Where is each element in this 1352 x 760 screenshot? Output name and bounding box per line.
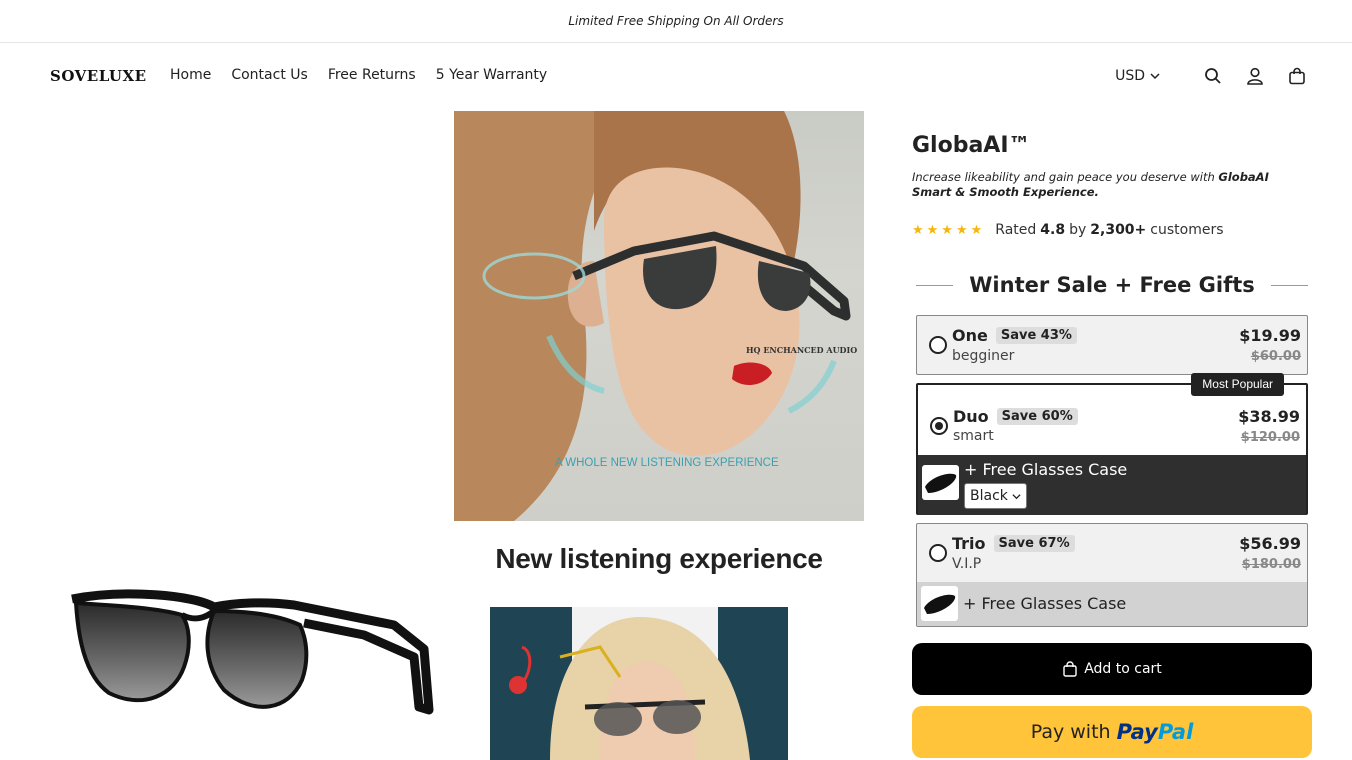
- model-with-glasses-illustration: HQ ENCHANCED AUDIO A WHOLE NEW LISTENING…: [454, 111, 857, 521]
- offer-price: $19.99: [1239, 326, 1301, 345]
- rating-pre: Rated: [995, 222, 1037, 238]
- add-to-cart-label: Add to cart: [1084, 661, 1162, 677]
- save-badge: Save 67%: [993, 535, 1075, 552]
- gift-label: + Free Glasses Case: [964, 460, 1128, 479]
- divider: [916, 284, 954, 286]
- gallery-caption: New listening experience: [495, 543, 823, 574]
- nav-home[interactable]: Home: [170, 67, 211, 83]
- product-title: GlobaAI™: [912, 133, 1031, 158]
- offer-trio-radio[interactable]: [929, 544, 947, 562]
- nav-contact-us[interactable]: Contact Us: [231, 67, 307, 83]
- header-actions: USD: [1115, 65, 1308, 87]
- chevron-down-icon: [1150, 73, 1160, 80]
- offer-trio[interactable]: Trio Save 67% V.I.P $56.99 $180.00 + Free…: [916, 523, 1308, 627]
- bag-icon: [1063, 661, 1077, 677]
- main-nav: Home Contact Us Free Returns 5 Year Warr…: [170, 67, 567, 83]
- nav-warranty[interactable]: 5 Year Warranty: [436, 67, 547, 83]
- offers-heading-text: Winter Sale + Free Gifts: [969, 273, 1255, 297]
- product-image-hero[interactable]: HQ ENCHANCED AUDIO A WHOLE NEW LISTENING…: [454, 111, 864, 521]
- paypal-logo-pay: Pay: [1116, 720, 1158, 744]
- offer-name: One: [952, 326, 988, 345]
- hero-overlay-top: HQ ENCHANCED AUDIO: [746, 345, 857, 355]
- divider: [1270, 284, 1309, 286]
- paypal-logo-pal: Pal: [1157, 720, 1194, 744]
- offer-old-price: $180.00: [1241, 557, 1301, 572]
- offer-one[interactable]: One Save 43% begginer $19.99 $60.00: [916, 315, 1308, 375]
- chevron-down-icon: [1012, 493, 1021, 499]
- offer-duo[interactable]: Most Popular Duo Save 60% smart $38.99 $1…: [916, 373, 1308, 515]
- site-header: SOVELUXE Home Contact Us Free Returns 5 …: [0, 43, 1352, 111]
- offer-tier: V.I.P: [952, 556, 982, 572]
- glasses-case-thumbnail: [921, 586, 958, 621]
- nav-free-returns[interactable]: Free Returns: [328, 67, 416, 83]
- offer-old-price: $120.00: [1240, 430, 1300, 445]
- product-image-secondary[interactable]: [490, 607, 788, 760]
- offer-price: $38.99: [1238, 407, 1300, 426]
- hero-overlay-bottom: A WHOLE NEW LISTENING EXPERIENCE: [555, 457, 779, 469]
- announcement-bar: Limited Free Shipping On All Orders: [0, 0, 1352, 43]
- gift-label: + Free Glasses Case: [963, 594, 1127, 613]
- subtitle-text: Increase likeability and gain peace you …: [912, 170, 1219, 184]
- rating-post: customers: [1150, 222, 1224, 238]
- announcement-text: Limited Free Shipping On All Orders: [568, 14, 784, 28]
- rating-row: ★★★★★ Rated 4.8 by 2,300+ customers: [912, 222, 1224, 238]
- model-blonde-illustration: [490, 607, 788, 760]
- case-color-select[interactable]: Black: [964, 483, 1027, 509]
- rating-count: 2,300+: [1090, 222, 1147, 238]
- rating-value: 4.8: [1040, 222, 1066, 238]
- product-subtitle: Increase likeability and gain peace you …: [912, 170, 1292, 200]
- product-image-sunglasses[interactable]: [64, 585, 436, 720]
- offer-name: Trio: [952, 534, 986, 553]
- paypal-pre-label: Pay with: [1030, 721, 1111, 743]
- logo[interactable]: SOVELUXE: [50, 67, 147, 85]
- save-badge: Save 60%: [996, 408, 1078, 425]
- offer-tier: smart: [953, 428, 994, 444]
- offer-old-price: $60.00: [1250, 349, 1301, 364]
- rating-mid: by: [1069, 222, 1087, 238]
- cart-icon[interactable]: [1286, 65, 1308, 87]
- offer-name: Duo: [953, 407, 989, 426]
- case-color-value: Black: [970, 488, 1008, 504]
- offer-tier: begginer: [952, 348, 1015, 364]
- offer-one-radio[interactable]: [929, 336, 947, 354]
- add-to-cart-button[interactable]: Add to cart: [912, 643, 1312, 695]
- rating-stars-icon: ★★★★★: [912, 222, 986, 238]
- offer-duo-radio[interactable]: [930, 417, 948, 435]
- sunglasses-illustration: [71, 589, 434, 715]
- save-badge: Save 43%: [995, 327, 1077, 344]
- currency-label: USD: [1115, 68, 1145, 84]
- glasses-case-thumbnail: [922, 465, 959, 500]
- currency-selector[interactable]: USD: [1115, 68, 1160, 84]
- free-gift-row: + Free Glasses Case Black: [918, 455, 1306, 515]
- offer-price: $56.99: [1239, 534, 1301, 553]
- paypal-button[interactable]: Pay with PayPal: [912, 706, 1312, 758]
- free-gift-row: + Free Glasses Case: [917, 582, 1307, 626]
- search-icon[interactable]: [1202, 65, 1224, 87]
- account-icon[interactable]: [1244, 65, 1266, 87]
- paypal-logo: PayPal: [1117, 720, 1194, 744]
- offers-heading: Winter Sale + Free Gifts: [916, 273, 1309, 297]
